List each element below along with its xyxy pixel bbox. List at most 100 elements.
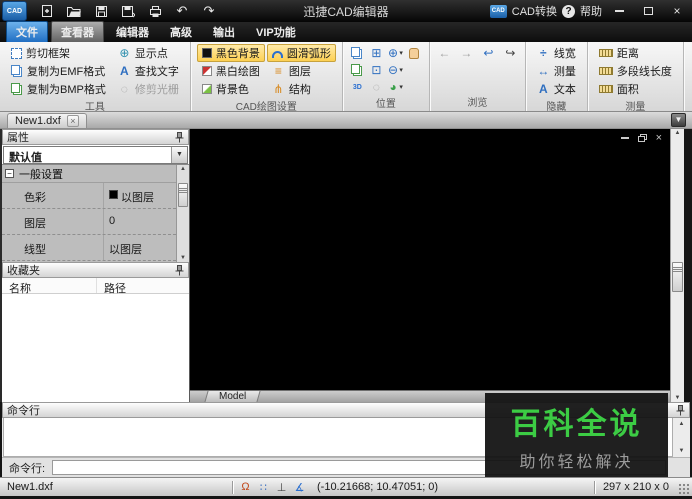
favorites-list[interactable] [2, 294, 189, 402]
show-point-button[interactable]: ⊕ 显示点 [113, 44, 184, 62]
circle-mode-button[interactable]: ◌ [368, 79, 385, 95]
mdi-close-icon[interactable]: × [656, 133, 662, 144]
cad-convert-button[interactable]: CAD转换 [512, 3, 557, 19]
pin-icon[interactable] [175, 131, 184, 143]
help-button[interactable]: 帮助 [580, 3, 602, 19]
copy-view-button[interactable] [349, 45, 366, 61]
view-forward-button[interactable]: → [458, 45, 475, 61]
mdi-restore-icon[interactable] [637, 134, 647, 142]
scrollbar-thumb[interactable] [178, 183, 188, 207]
undo-button[interactable]: ↶ [173, 3, 191, 19]
polyline-length-icon [598, 67, 613, 75]
document-tab[interactable]: New1.dxf × [7, 113, 87, 128]
close-button[interactable]: × [665, 3, 689, 20]
view-3d-button[interactable]: 3D [349, 79, 366, 95]
copy-emf-button[interactable]: 复制为EMF格式 [6, 62, 111, 80]
bw-drawing-button[interactable]: 黑白绘图 [197, 62, 265, 80]
scrollbar-thumb[interactable] [672, 262, 683, 292]
measure-toggle-button[interactable]: ↔ 测量 [532, 62, 581, 80]
save-button[interactable] [92, 3, 110, 19]
document-tab-close-icon[interactable]: × [66, 115, 79, 127]
zoom-out-button[interactable]: ⊖ ▾ [387, 62, 404, 78]
line-width-button[interactable]: ÷ 线宽 [532, 44, 581, 62]
scroll-up-icon[interactable]: ▲ [671, 130, 684, 136]
measure-toggle-icon: ↔ [537, 63, 550, 78]
favorites-name-column[interactable]: 名称 [2, 278, 97, 295]
property-group-row[interactable]: − 一般设置 [2, 165, 176, 183]
print-button[interactable] [146, 3, 164, 19]
text-toggle-button[interactable]: A 文本 [532, 80, 581, 98]
scroll-up-icon[interactable]: ▲ [673, 421, 690, 427]
scroll-down-icon[interactable]: ▼ [671, 395, 684, 401]
background-color-button[interactable]: 背景色 [197, 80, 265, 98]
canvas-vertical-scrollbar[interactable]: ▲ ▼ [670, 129, 684, 402]
new-file-button[interactable] [38, 3, 56, 19]
view-back-button[interactable]: ← [436, 45, 453, 61]
drawing-canvas[interactable]: × [190, 129, 670, 390]
save-as-button[interactable] [119, 3, 137, 19]
tab-vip[interactable]: VIP功能 [247, 22, 305, 43]
zoom-out-dropdown-icon[interactable]: ▾ [399, 66, 403, 74]
view-undo-button[interactable]: ↩ [480, 45, 497, 61]
area-button[interactable]: 面积 [594, 80, 677, 98]
maximize-button[interactable] [636, 3, 660, 20]
view-redo-button[interactable]: ↪ [502, 45, 519, 61]
tab-model[interactable]: Model [204, 391, 261, 402]
help-icon: ? [562, 4, 575, 18]
tab-viewer[interactable]: 查看器 [51, 20, 104, 44]
property-preset-select[interactable]: 默认值 ▼ [3, 146, 188, 164]
paste-view-button[interactable] [349, 62, 366, 78]
app-logo-icon: CAD [2, 1, 27, 21]
app-window: { "titlebar": { "logo": "CAD", "title": … [0, 0, 692, 499]
scroll-down-icon[interactable]: ▼ [673, 448, 690, 454]
resize-grip[interactable] [677, 482, 690, 495]
tab-advanced[interactable]: 高级 [161, 22, 201, 43]
distance-button[interactable]: 距离 [594, 44, 677, 62]
layers-button[interactable]: ≡ 图层 [267, 62, 336, 80]
cut-frame-button[interactable]: 剪切框架 [6, 44, 111, 62]
tab-editor[interactable]: 编辑器 [107, 22, 158, 43]
scroll-up-icon[interactable]: ▲ [177, 166, 189, 172]
window-title: 迅捷CAD编辑器 [303, 4, 389, 19]
zoom-in-button[interactable]: ⊕ ▾ [387, 45, 404, 61]
property-grid-scrollbar[interactable]: ▲ ▼ [176, 165, 189, 262]
collapse-ribbon-button[interactable]: ▼ [671, 113, 686, 127]
pin-icon[interactable] [676, 404, 685, 416]
render-mode-button[interactable]: ◕ ▾ [387, 79, 404, 95]
trim-raster-button[interactable]: ◌ 修剪光栅 [113, 80, 184, 98]
area-icon [598, 85, 613, 93]
menu-tab-bar: 文件 查看器 编辑器 高级 输出 VIP功能 [0, 20, 692, 44]
grid-icon[interactable]: ∷ [256, 481, 271, 494]
black-background-button[interactable]: 黑色背景 [196, 44, 265, 62]
cut-frame-icon [11, 47, 22, 59]
pin-icon[interactable] [175, 264, 184, 276]
redo-button[interactable]: ↷ [200, 3, 218, 19]
property-row-linetype[interactable]: 线型 以图层 [2, 235, 176, 261]
open-file-button[interactable] [65, 3, 83, 19]
render-dropdown-icon[interactable]: ▾ [399, 83, 403, 91]
structure-button[interactable]: ⋔ 结构 [267, 80, 336, 98]
command-scrollbar[interactable]: ▲ ▼ [673, 418, 690, 457]
perpendicular-icon[interactable]: ⊥ [274, 481, 289, 494]
mdi-minimize-icon[interactable] [620, 137, 629, 139]
find-text-button[interactable]: A 查找文字 [113, 62, 184, 80]
smooth-arc-button[interactable]: 圆滑弧形 [266, 44, 336, 62]
ortho-snap-icon[interactable]: Ω [238, 481, 253, 493]
scroll-down-icon[interactable]: ▼ [177, 255, 189, 261]
zoom-in-icon: ⊕ [388, 45, 399, 60]
property-row-layer[interactable]: 图层 0 [2, 209, 176, 235]
preset-dropdown-icon[interactable]: ▼ [171, 147, 187, 163]
copy-bmp-button[interactable]: 复制为BMP格式 [6, 80, 111, 98]
collapse-group-icon[interactable]: − [5, 169, 14, 178]
property-row-color[interactable]: 色彩 以图层 [2, 183, 176, 209]
zoom-in-dropdown-icon[interactable]: ▾ [399, 49, 403, 57]
tab-file[interactable]: 文件 [6, 20, 48, 44]
polyline-length-button[interactable]: 多段线长度 [594, 62, 677, 80]
pan-button[interactable] [406, 45, 423, 61]
angle-snap-icon[interactable]: ∡ [292, 481, 307, 494]
zoom-window-button[interactable]: ⊞ [368, 45, 385, 61]
favorites-path-column[interactable]: 路径 [97, 278, 133, 295]
minimize-button[interactable] [607, 3, 631, 20]
tab-output[interactable]: 输出 [204, 22, 244, 43]
zoom-extents-button[interactable]: ⊡ [368, 62, 385, 78]
